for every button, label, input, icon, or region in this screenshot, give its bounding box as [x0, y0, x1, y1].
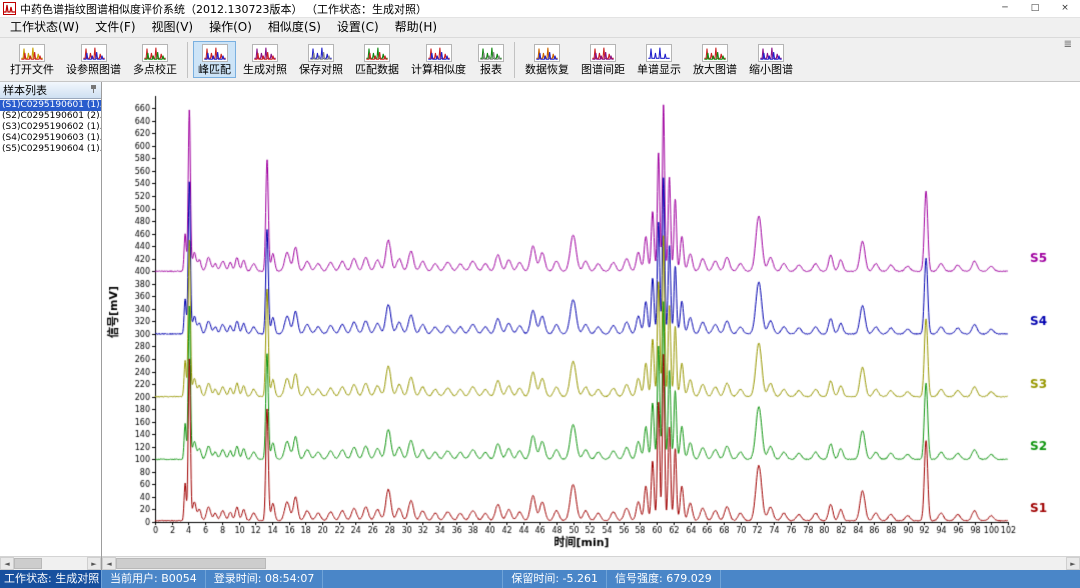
toolbar-button-set-reference[interactable]: 设参照图谱	[61, 41, 126, 78]
chart-area: ◄ ►	[102, 82, 1080, 570]
status-retention-time: 保留时间: -5.261	[503, 570, 607, 588]
scroll-thumb[interactable]	[14, 558, 42, 569]
close-button[interactable]: ×	[1050, 0, 1080, 17]
sample-item-3[interactable]: (S3)C0295190602 (1).cdf	[0, 122, 101, 133]
status-bar: 工作状态: 生成对照 当前用户: B0054 登录时间: 08:54:07 保留…	[0, 570, 1080, 588]
scroll-right-icon[interactable]: ►	[87, 557, 101, 570]
scroll-track	[42, 557, 87, 570]
window-controls: ─ □ ×	[990, 0, 1080, 17]
menu-item-view[interactable]: 视图(V)	[144, 18, 202, 37]
toolbar-button-generate-reference[interactable]: 生成对照	[238, 41, 292, 78]
title-bar[interactable]: 中药色谱指纹图谱相似度评价系统（2012.130723版本） （工作状态：生成对…	[0, 0, 1080, 18]
sample-item-2[interactable]: (S2)C0295190601 (2).cdf	[0, 111, 101, 122]
sample-panel-title: 样本列表	[3, 82, 47, 98]
toolbar-label: 多点校正	[133, 63, 177, 76]
toolbar-label: 设参照图谱	[66, 63, 121, 76]
toolbar-label: 缩小图谱	[749, 63, 793, 76]
sample-panel-header: 样本列表	[0, 82, 101, 99]
menu-item-operate[interactable]: 操作(O)	[201, 18, 260, 37]
data-restore-icon	[534, 44, 560, 62]
toolbar-button-zoom-out-spectrum[interactable]: 缩小图谱	[744, 41, 798, 78]
toolbar-button-peak-match[interactable]: 峰匹配	[193, 41, 236, 78]
status-fill	[721, 570, 1080, 588]
toolbar-button-open-file[interactable]: 打开文件	[5, 41, 59, 78]
toolbar-label: 报表	[480, 63, 502, 76]
sample-item-1[interactable]: (S1)C0295190601 (1).cdf	[0, 100, 101, 111]
toolbar-grip-icon[interactable]: ≣	[1060, 38, 1076, 52]
chromatogram-chart[interactable]	[102, 82, 1080, 556]
calc-similarity-icon	[426, 44, 452, 62]
peak-match-icon	[202, 44, 228, 62]
status-work-state: 工作状态: 生成对照	[0, 570, 102, 588]
pin-icon[interactable]	[89, 84, 98, 97]
scroll-thumb[interactable]	[116, 558, 266, 569]
toolbar-label: 生成对照	[243, 63, 287, 76]
toolbar-label: 单谱显示	[637, 63, 681, 76]
toolbar-label: 打开文件	[10, 63, 54, 76]
save-reference-icon	[308, 44, 334, 62]
spectra-spacing-icon	[590, 44, 616, 62]
toolbar-label: 匹配数据	[355, 63, 399, 76]
sample-panel: 样本列表 (S1)C0295190601 (1).cdf(S2)C0295190…	[0, 82, 102, 570]
sample-item-5[interactable]: (S5)C0295190604 (1).cdf	[0, 144, 101, 155]
chart-scrollbar[interactable]: ◄ ►	[102, 556, 1080, 570]
toolbar-label: 计算相似度	[411, 63, 466, 76]
toolbar-button-match-data[interactable]: 匹配数据	[350, 41, 404, 78]
main-content: 样本列表 (S1)C0295190601 (1).cdf(S2)C0295190…	[0, 82, 1080, 570]
open-file-icon	[19, 44, 45, 62]
minimize-button[interactable]: ─	[990, 0, 1020, 17]
toolbar-label: 数据恢复	[525, 63, 569, 76]
sample-list: (S1)C0295190601 (1).cdf(S2)C0295190601 (…	[0, 99, 101, 556]
scroll-track	[266, 557, 1066, 570]
status-spacer	[323, 570, 503, 588]
toolbar-button-data-restore[interactable]: 数据恢复	[520, 41, 574, 78]
report-icon	[478, 44, 504, 62]
toolbar-separator	[187, 42, 188, 78]
toolbar-label: 图谱间距	[581, 63, 625, 76]
status-login-time: 登录时间: 08:54:07	[206, 570, 324, 588]
toolbar-separator	[514, 42, 515, 78]
app-icon	[3, 2, 16, 15]
toolbar-button-report[interactable]: 报表	[473, 41, 509, 78]
multipoint-calibration-icon	[142, 44, 168, 62]
status-current-user: 当前用户: B0054	[102, 570, 206, 588]
menu-item-help[interactable]: 帮助(H)	[387, 18, 445, 37]
match-data-icon	[364, 44, 390, 62]
zoom-out-spectrum-icon	[758, 44, 784, 62]
toolbar-button-calc-similarity[interactable]: 计算相似度	[406, 41, 471, 78]
toolbar-button-zoom-in-spectrum[interactable]: 放大图谱	[688, 41, 742, 78]
toolbar-button-spectra-spacing[interactable]: 图谱间距	[576, 41, 630, 78]
toolbar-button-multipoint-calibration[interactable]: 多点校正	[128, 41, 182, 78]
menu-item-work-state[interactable]: 工作状态(W)	[2, 18, 87, 37]
menu-item-similarity[interactable]: 相似度(S)	[260, 18, 329, 37]
scroll-right-icon[interactable]: ►	[1066, 557, 1080, 570]
toolbar: 打开文件设参照图谱多点校正 峰匹配生成对照保存对照匹配数据计算相似度 报表 数据恢复图…	[0, 38, 1080, 82]
toolbar-button-single-spectrum[interactable]: 单谱显示	[632, 41, 686, 78]
sample-panel-scrollbar[interactable]: ◄ ►	[0, 556, 101, 570]
status-signal-strength: 信号强度: 679.029	[607, 570, 721, 588]
toolbar-label: 峰匹配	[198, 63, 231, 76]
app-window: 中药色谱指纹图谱相似度评价系统（2012.130723版本） （工作状态：生成对…	[0, 0, 1080, 588]
toolbar-label: 保存对照	[299, 63, 343, 76]
menu-item-file[interactable]: 文件(F)	[87, 18, 143, 37]
single-spectrum-icon	[646, 44, 672, 62]
sample-item-4[interactable]: (S4)C0295190603 (1).cdf	[0, 133, 101, 144]
window-title: 中药色谱指纹图谱相似度评价系统（2012.130723版本） （工作状态：生成对…	[20, 1, 427, 17]
toolbar-button-save-reference[interactable]: 保存对照	[294, 41, 348, 78]
scroll-left-icon[interactable]: ◄	[102, 557, 116, 570]
generate-reference-icon	[252, 44, 278, 62]
menu-bar: 工作状态(W)文件(F)视图(V)操作(O)相似度(S)设置(C)帮助(H)	[0, 18, 1080, 38]
scroll-left-icon[interactable]: ◄	[0, 557, 14, 570]
menu-item-settings[interactable]: 设置(C)	[329, 18, 387, 37]
set-reference-icon	[81, 44, 107, 62]
maximize-button[interactable]: □	[1020, 0, 1050, 17]
zoom-in-spectrum-icon	[702, 44, 728, 62]
toolbar-label: 放大图谱	[693, 63, 737, 76]
